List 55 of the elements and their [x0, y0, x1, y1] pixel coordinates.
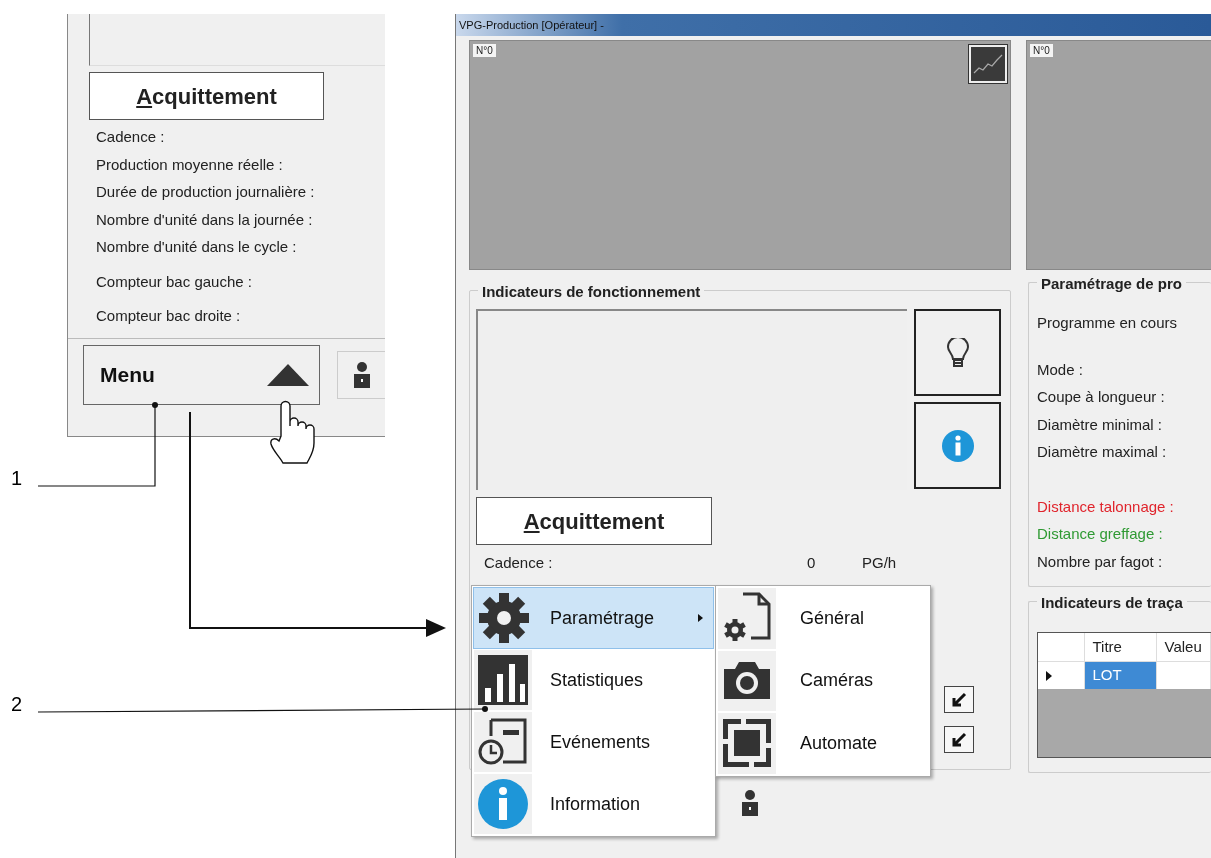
- field-label: Diamètre maximal :: [1037, 442, 1168, 462]
- collapse-button[interactable]: [944, 686, 974, 713]
- field-label: Nombre par fagot :: [1037, 551, 1164, 572]
- lightbulb-icon: [946, 337, 969, 368]
- submenu-arrow-icon: [698, 614, 703, 622]
- arrow-icon: [951, 691, 967, 708]
- field-label: Cadence :: [484, 553, 554, 573]
- field-label: Programme en cours: [1037, 313, 1179, 333]
- acknowledge-button[interactable]: Acquittement: [476, 497, 712, 545]
- hand-cursor-icon: [270, 400, 315, 464]
- lightbulb-button[interactable]: [914, 309, 1001, 396]
- menu-item[interactable]: Evénements: [473, 711, 714, 773]
- arrow-icon: [951, 731, 967, 748]
- line-chart-icon: [973, 53, 1003, 75]
- field-label: Nombre d'unité dans le cycle :: [96, 237, 298, 257]
- field-label: Diamètre minimal :: [1037, 414, 1164, 435]
- menu-button[interactable]: Menu: [83, 344, 321, 405]
- row-pointer-icon: [1046, 671, 1052, 682]
- caret-icon: [267, 363, 310, 386]
- field-label: Production moyenne réelle :: [96, 154, 284, 175]
- field-label: Nombre d'unité dans la journée :: [96, 209, 314, 230]
- window-title: VPG-Production [Opérateur] -: [456, 14, 1211, 36]
- column-header: Valeu: [1156, 633, 1211, 661]
- gear-icon: [477, 592, 529, 644]
- unit-label: PG/h: [862, 553, 897, 573]
- acknowledge-button[interactable]: Acquittement: [89, 72, 324, 120]
- menu-item[interactable]: Information: [473, 773, 714, 835]
- field-label: Distance greffage :: [1037, 524, 1164, 544]
- field-label: Compteur bac gauche :: [96, 271, 253, 292]
- menu-item[interactable]: Caméras: [717, 649, 929, 712]
- field-label: Compteur bac droite :: [96, 306, 242, 326]
- menu-item[interactable]: Paramétrage: [473, 587, 714, 649]
- info-icon: [477, 778, 529, 830]
- field-label: Coupe à longueur :: [1037, 387, 1166, 407]
- info-icon: [941, 429, 974, 462]
- table-cell[interactable]: LOT: [1084, 661, 1156, 689]
- callout-number: 1: [11, 467, 23, 489]
- field-value: 0: [807, 553, 817, 573]
- callout-number: 2: [11, 693, 23, 715]
- field-label: Mode :: [1037, 359, 1084, 380]
- nested-squares-icon: [721, 717, 773, 770]
- user-button[interactable]: [337, 350, 385, 399]
- collapse-button[interactable]: [944, 726, 974, 753]
- camera-label: N°0: [1030, 44, 1053, 57]
- column-header: Titre: [1084, 633, 1156, 661]
- field-label: Cadence :: [96, 127, 166, 147]
- chart-button[interactable]: [969, 45, 1007, 83]
- bar-chart-icon: [477, 654, 529, 706]
- field-label: Distance talonnage :: [1037, 496, 1175, 517]
- info-button[interactable]: [914, 402, 1001, 489]
- menu-item[interactable]: Statistiques: [473, 649, 714, 711]
- field-label: Durée de production journalière :: [96, 182, 316, 202]
- menu-item[interactable]: Automate: [717, 712, 929, 775]
- menu-item[interactable]: Général: [717, 587, 929, 650]
- camera-label: N°0: [473, 44, 496, 57]
